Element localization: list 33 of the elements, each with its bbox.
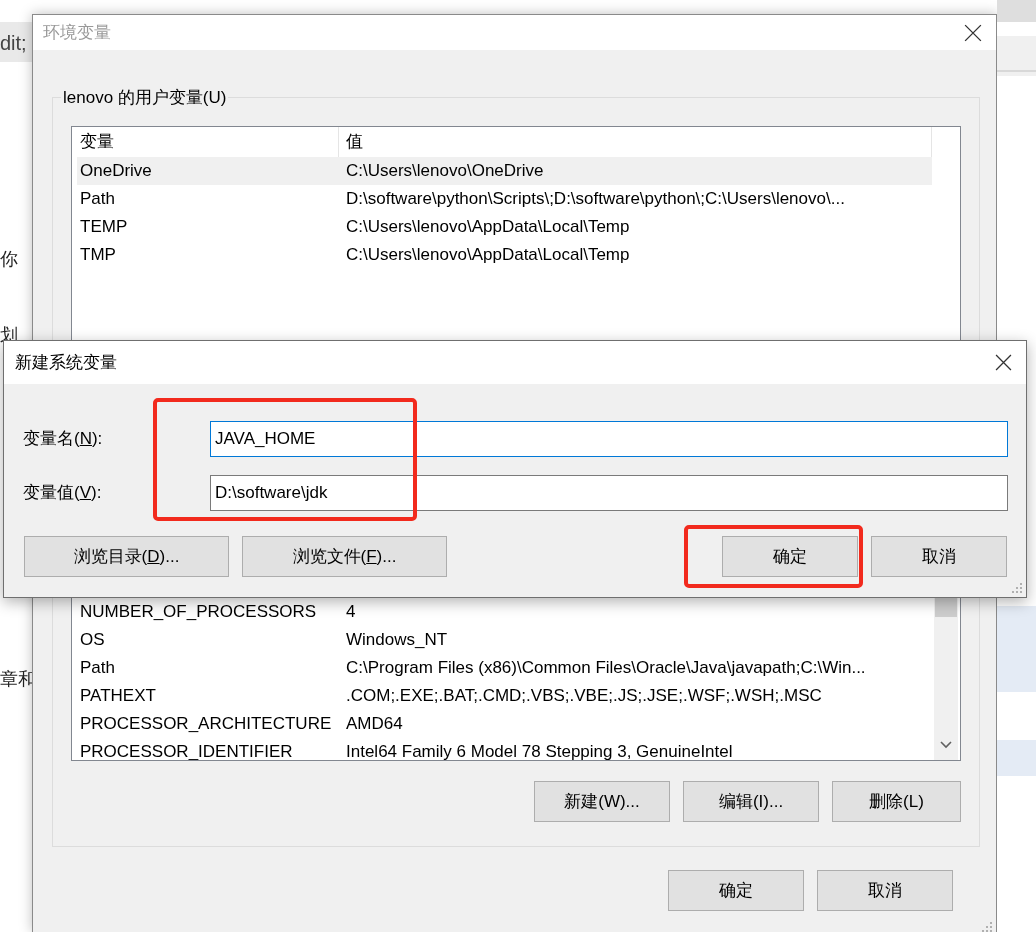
input-field[interactable]: D:\software\jdk	[210, 475, 1008, 511]
dialog-button[interactable]: 新建(W)...	[534, 781, 670, 822]
browse-button[interactable]: 浏览文件(F)...	[242, 536, 447, 577]
dialog-button[interactable]: 删除(L)	[832, 781, 961, 822]
dialog-button[interactable]: 取消	[871, 536, 1007, 577]
browse-button[interactable]: 浏览目录(D)...	[24, 536, 229, 577]
list-row[interactable]: TEMP C:\Users\lenovo\AppData\Local\Temp	[77, 212, 932, 241]
list-row[interactable]: OneDrive C:\Users\lenovo\OneDrive	[77, 156, 932, 185]
list-row[interactable]: OS Windows_NT	[77, 626, 932, 654]
dialog-button[interactable]: 确定	[722, 536, 858, 577]
page-text: dit;	[0, 31, 27, 56]
dialog-button[interactable]: 确定	[668, 870, 804, 911]
field-label: 变量名(N):	[22, 428, 104, 451]
list-row[interactable]: Path C:\Program Files (x86)\Common Files\Oracle\Java\javapath;C:\Win...	[77, 654, 932, 682]
list-row[interactable]: Path D:\software\python\Scripts\;D:\software\python\;C:\Users\lenovo\...	[77, 184, 932, 213]
close-icon[interactable]	[964, 23, 982, 42]
column-header[interactable]: 变量	[72, 126, 339, 157]
list-row[interactable]: PROCESSOR_IDENTIFIER Intel64 Family 6 Model 78 Stepping 3, GenuineIntel	[77, 738, 932, 760]
input-field[interactable]: JAVA_HOME	[210, 421, 1008, 457]
list-row[interactable]: PROCESSOR_ARCHITECTURE AMD64	[77, 710, 932, 738]
resize-grip-icon[interactable]	[1011, 582, 1023, 594]
column-header[interactable]: 值	[339, 128, 363, 155]
window-title: 环境变量	[43, 21, 111, 44]
chevron-down-icon[interactable]	[940, 741, 952, 749]
dialog-button[interactable]: 取消	[817, 870, 953, 911]
list-row[interactable]: PATHEXT .COM;.EXE;.BAT;.CMD;.VBS;.VBE;.JS;.JSE;.WSF;.WSH;.MSC	[77, 682, 932, 710]
field-label: 变量值(V):	[22, 482, 103, 505]
close-icon[interactable]	[995, 354, 1012, 371]
resize-grip-icon[interactable]	[981, 921, 993, 932]
list-row[interactable]: TMP C:\Users\lenovo\AppData\Local\Temp	[77, 240, 932, 269]
page-text: 你	[0, 248, 18, 271]
dialog-button[interactable]: 编辑(I)...	[683, 781, 819, 822]
list-row[interactable]: NUMBER_OF_PROCESSORS 4	[77, 598, 932, 626]
